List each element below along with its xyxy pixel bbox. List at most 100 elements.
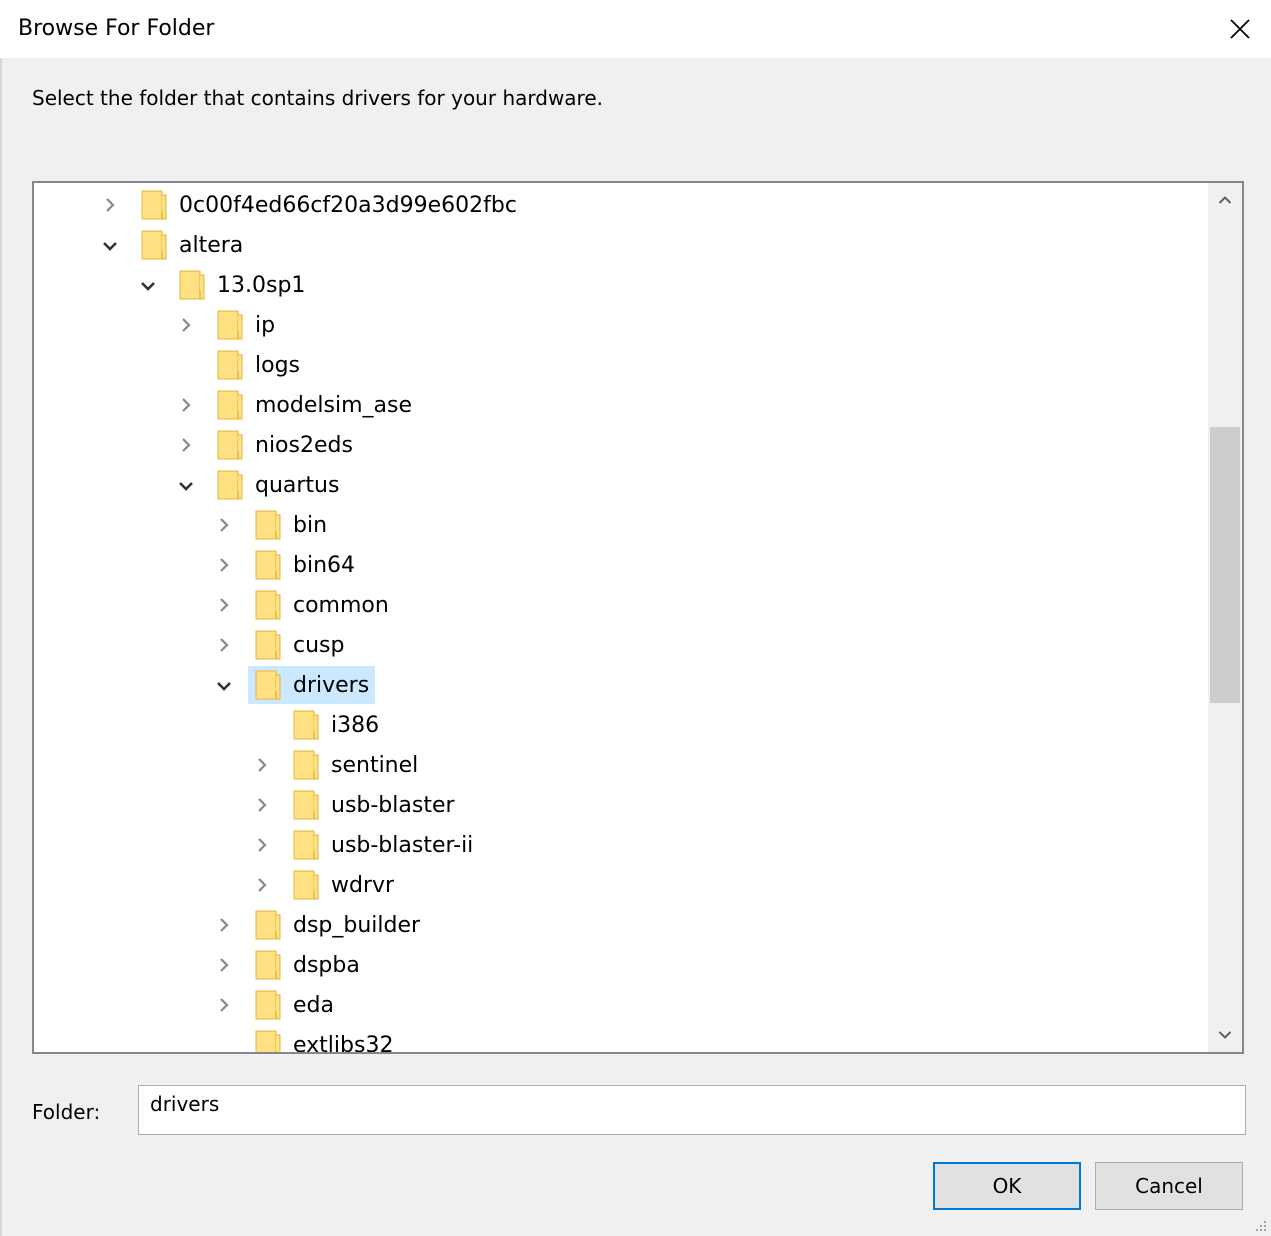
tree-row[interactable]: common xyxy=(34,585,1208,625)
folder-icon xyxy=(293,870,319,900)
tree-row[interactable]: sentinel xyxy=(34,745,1208,785)
tree-item[interactable]: wdrvr xyxy=(286,866,400,904)
scroll-down-button[interactable] xyxy=(1208,1018,1242,1052)
tree-item-label: cusp xyxy=(293,632,345,658)
tree-row[interactable]: logs xyxy=(34,345,1208,385)
tree-row[interactable]: altera xyxy=(34,225,1208,265)
expand-toggle[interactable] xyxy=(172,311,200,339)
tree-item[interactable]: common xyxy=(248,586,395,624)
expand-toggle[interactable] xyxy=(210,911,238,939)
tree-item[interactable]: bin64 xyxy=(248,546,361,584)
tree-item[interactable]: dsp_builder xyxy=(248,906,426,944)
expand-toggle[interactable] xyxy=(248,751,276,779)
tree-row[interactable]: wdrvr xyxy=(34,865,1208,905)
tree-item[interactable]: altera xyxy=(134,226,249,264)
scroll-up-button[interactable] xyxy=(1208,183,1242,217)
folder-icon xyxy=(217,430,243,460)
folder-input[interactable] xyxy=(138,1085,1246,1135)
folder-icon xyxy=(255,1030,281,1052)
expand-toggle[interactable] xyxy=(210,591,238,619)
folder-icon xyxy=(179,270,205,300)
tree-item[interactable]: extlibs32 xyxy=(248,1026,399,1052)
chevron-right-icon xyxy=(220,518,229,532)
tree-row[interactable]: eda xyxy=(34,985,1208,1025)
tree-item-label: bin xyxy=(293,512,328,538)
tree-item[interactable]: drivers xyxy=(248,666,376,704)
expand-toggle[interactable] xyxy=(248,831,276,859)
chevron-right-icon xyxy=(220,998,229,1012)
expand-toggle[interactable] xyxy=(210,551,238,579)
window-title: Browse For Folder xyxy=(18,16,215,41)
tree-row[interactable]: dspba xyxy=(34,945,1208,985)
tree-row[interactable]: bin64 xyxy=(34,545,1208,585)
tree-item-label: dspba xyxy=(293,952,360,978)
tree-item[interactable]: quartus xyxy=(210,466,345,504)
tree-item-label: 0c00f4ed66cf20a3d99e602fbc xyxy=(179,192,517,218)
folder-icon xyxy=(217,310,243,340)
folder-tree[interactable]: 0c00f4ed66cf20a3d99e602fbc altera 13.0sp1 i… xyxy=(32,181,1244,1054)
tree-row[interactable]: modelsim_ase xyxy=(34,385,1208,425)
tree-item[interactable]: sentinel xyxy=(286,746,424,784)
expand-toggle[interactable] xyxy=(172,391,200,419)
collapse-toggle[interactable] xyxy=(172,471,200,499)
tree-item[interactable]: modelsim_ase xyxy=(210,386,418,424)
resize-grip-icon[interactable] xyxy=(1252,1217,1268,1233)
instruction-text: Select the folder that contains drivers … xyxy=(32,86,603,110)
expand-toggle[interactable] xyxy=(210,511,238,539)
chevron-right-icon xyxy=(258,838,267,852)
tree-item[interactable]: i386 xyxy=(286,706,385,744)
expand-toggle[interactable] xyxy=(248,871,276,899)
close-button[interactable] xyxy=(1209,0,1271,58)
tree-item[interactable]: logs xyxy=(210,346,306,384)
expand-toggle[interactable] xyxy=(210,991,238,1019)
folder-icon xyxy=(293,790,319,820)
folder-icon xyxy=(255,590,281,620)
tree-row[interactable]: bin xyxy=(34,505,1208,545)
expand-toggle[interactable] xyxy=(248,791,276,819)
tree-row[interactable]: usb-blaster-ii xyxy=(34,825,1208,865)
tree-row[interactable]: drivers xyxy=(34,665,1208,705)
vertical-scrollbar[interactable] xyxy=(1208,183,1242,1052)
ok-button[interactable]: OK xyxy=(933,1162,1081,1210)
chevron-up-icon xyxy=(1218,196,1232,204)
chevron-down-icon xyxy=(179,482,193,491)
expand-toggle[interactable] xyxy=(210,631,238,659)
tree-row[interactable]: nios2eds xyxy=(34,425,1208,465)
tree-item-label: i386 xyxy=(331,712,380,738)
tree-item[interactable]: 13.0sp1 xyxy=(172,266,311,304)
tree-item[interactable]: ip xyxy=(210,306,281,344)
chevron-right-icon xyxy=(106,198,115,212)
tree-item-label: modelsim_ase xyxy=(255,392,412,418)
tree-row[interactable]: i386 xyxy=(34,705,1208,745)
tree-item[interactable]: usb-blaster xyxy=(286,786,461,824)
cancel-button[interactable]: Cancel xyxy=(1095,1162,1243,1210)
expand-toggle[interactable] xyxy=(172,431,200,459)
expand-toggle[interactable] xyxy=(210,951,238,979)
tree-row[interactable]: ip xyxy=(34,305,1208,345)
collapse-toggle[interactable] xyxy=(134,271,162,299)
tree-item[interactable]: bin xyxy=(248,506,333,544)
folder-icon xyxy=(255,550,281,580)
tree-item[interactable]: dspba xyxy=(248,946,366,984)
collapse-toggle[interactable] xyxy=(96,231,124,259)
tree-row[interactable]: 13.0sp1 xyxy=(34,265,1208,305)
tree-row[interactable]: cusp xyxy=(34,625,1208,665)
tree-item[interactable]: usb-blaster-ii xyxy=(286,826,479,864)
expand-toggle[interactable] xyxy=(96,191,124,219)
tree-item[interactable]: cusp xyxy=(248,626,350,664)
tree-item[interactable]: nios2eds xyxy=(210,426,359,464)
tree-row[interactable]: usb-blaster xyxy=(34,785,1208,825)
tree-item[interactable]: eda xyxy=(248,986,340,1024)
tree-row[interactable]: 0c00f4ed66cf20a3d99e602fbc xyxy=(34,185,1208,225)
scroll-thumb[interactable] xyxy=(1210,427,1240,703)
tree-item-label: eda xyxy=(293,992,334,1018)
tree-row[interactable]: quartus xyxy=(34,465,1208,505)
tree-item-label: extlibs32 xyxy=(293,1032,394,1053)
collapse-toggle[interactable] xyxy=(210,671,238,699)
tree-row[interactable]: dsp_builder xyxy=(34,905,1208,945)
tree-row[interactable]: extlibs32 xyxy=(34,1025,1208,1052)
folder-icon xyxy=(255,910,281,940)
folder-icon xyxy=(217,390,243,420)
tree-item-label: common xyxy=(293,592,389,618)
tree-item[interactable]: 0c00f4ed66cf20a3d99e602fbc xyxy=(134,186,523,224)
